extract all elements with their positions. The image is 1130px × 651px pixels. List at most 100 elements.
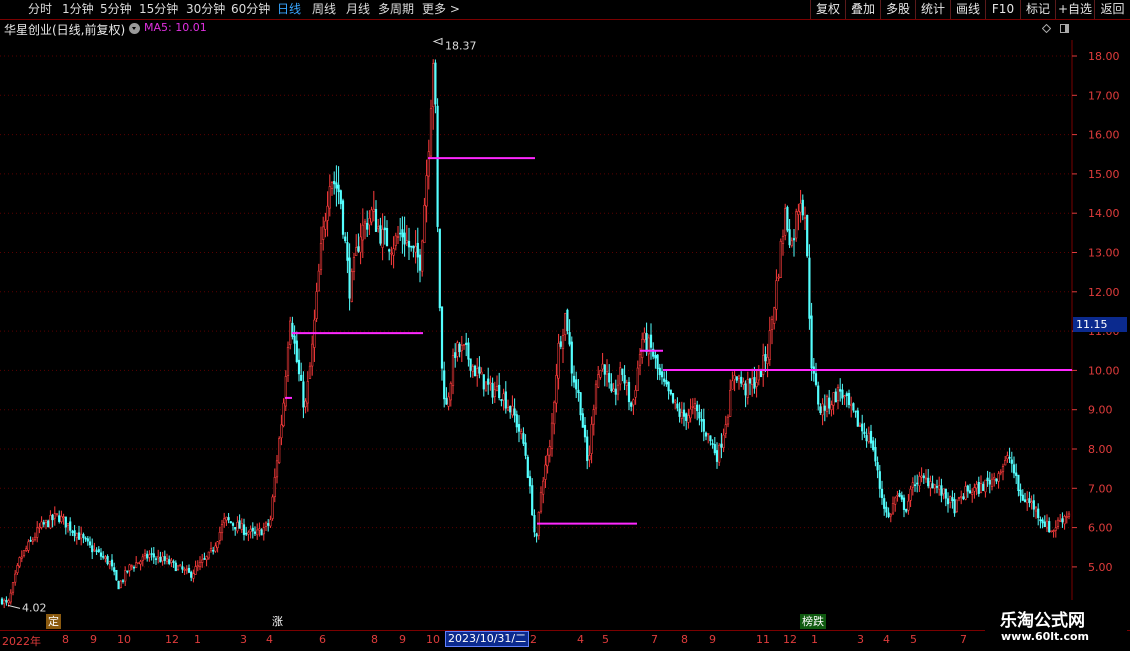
candle-body (253, 531, 257, 534)
candle-body (616, 384, 620, 395)
candle-body (621, 368, 624, 375)
candle-body (132, 566, 136, 569)
candle-body (982, 483, 985, 491)
candle-body (784, 208, 787, 236)
candle-body (775, 280, 778, 310)
candle-body (405, 240, 408, 244)
candle-body (742, 381, 745, 385)
candle-body (658, 367, 661, 376)
candle-body (823, 405, 826, 411)
candle-body (462, 343, 466, 346)
candle-body (797, 210, 800, 215)
candle-body (75, 533, 78, 538)
candle-body (649, 334, 653, 348)
candle-body (632, 399, 635, 406)
candle-body (113, 567, 116, 572)
candle-body (962, 496, 965, 500)
candle-body (610, 383, 613, 392)
candle-body (275, 460, 279, 478)
candle-body (1006, 455, 1009, 460)
candle-body (55, 513, 59, 515)
y-tick-label: 17.00 (1088, 89, 1120, 102)
candle-body (124, 570, 127, 582)
candle-body (605, 371, 609, 375)
candle-body (361, 224, 364, 241)
candle-body (995, 478, 998, 482)
candle-body (498, 384, 501, 399)
candle-body (911, 482, 914, 488)
candle-body (737, 375, 741, 379)
candle-body (491, 383, 494, 398)
candle-body (880, 488, 884, 498)
candle-body (236, 522, 239, 532)
candle-body (465, 342, 468, 345)
candle-body (370, 209, 373, 223)
candle-body (834, 391, 837, 403)
candle-body (718, 444, 721, 463)
candle-body (674, 400, 677, 403)
candle-body (1059, 519, 1062, 522)
candle-body (544, 464, 547, 480)
candle-body (333, 181, 336, 185)
candle-body (183, 569, 186, 571)
candle-body (196, 565, 199, 568)
candle-body (951, 497, 954, 502)
candle-body (1063, 516, 1066, 525)
candle-body (770, 319, 774, 330)
candle-body (51, 514, 54, 521)
candle-body (473, 365, 477, 377)
candle-body (454, 352, 457, 358)
candle-body (330, 182, 334, 189)
month-label: 2022年 (2, 635, 41, 648)
candle-body (88, 541, 92, 546)
candle-body (9, 592, 12, 603)
candle-body (781, 236, 785, 244)
candle-body (381, 229, 384, 248)
candle-body (1019, 489, 1022, 496)
candle-body (143, 553, 147, 557)
candle-body (935, 485, 939, 488)
candle-body (878, 471, 881, 489)
candle-body (733, 375, 736, 380)
candle-body (1015, 472, 1018, 476)
candle-body (550, 422, 554, 449)
candle-body (592, 409, 595, 425)
candle-body (522, 433, 525, 444)
candle-body (953, 499, 956, 514)
candle-body (792, 238, 796, 241)
candle-body (176, 565, 180, 570)
candle-body (876, 462, 879, 471)
candle-body (636, 367, 639, 391)
candle-body (634, 389, 637, 398)
candle-body (764, 354, 767, 362)
marker-limit-up[interactable]: 涨 (270, 614, 285, 629)
candle-body (416, 242, 419, 258)
month-label: 3 (857, 633, 864, 646)
month-label: 9 (90, 633, 97, 646)
candle-body (553, 401, 556, 425)
month-label: 10 (426, 633, 440, 646)
candle-body (203, 558, 206, 560)
candle-body (1041, 519, 1044, 524)
candle-body (909, 488, 912, 501)
candle-body (449, 383, 452, 401)
month-label: 1 (811, 633, 818, 646)
candle-body (467, 342, 470, 360)
candle-body (40, 521, 43, 528)
candle-body (819, 406, 822, 413)
marker-list-drop[interactable]: 榜跌 (800, 614, 826, 629)
candle-body (385, 227, 389, 247)
candle-body (229, 521, 232, 524)
candle-body (383, 227, 386, 231)
candle-body (238, 520, 241, 529)
candle-body (667, 381, 670, 392)
candle-body (669, 389, 672, 395)
candle-body (977, 482, 980, 494)
candle-body (973, 487, 976, 492)
candle-body (42, 522, 45, 525)
candle-body (165, 558, 169, 562)
candle-body (513, 408, 516, 416)
candle-body (731, 380, 734, 390)
candle-body (938, 485, 941, 490)
marker-fixed[interactable]: 定 (46, 614, 61, 629)
